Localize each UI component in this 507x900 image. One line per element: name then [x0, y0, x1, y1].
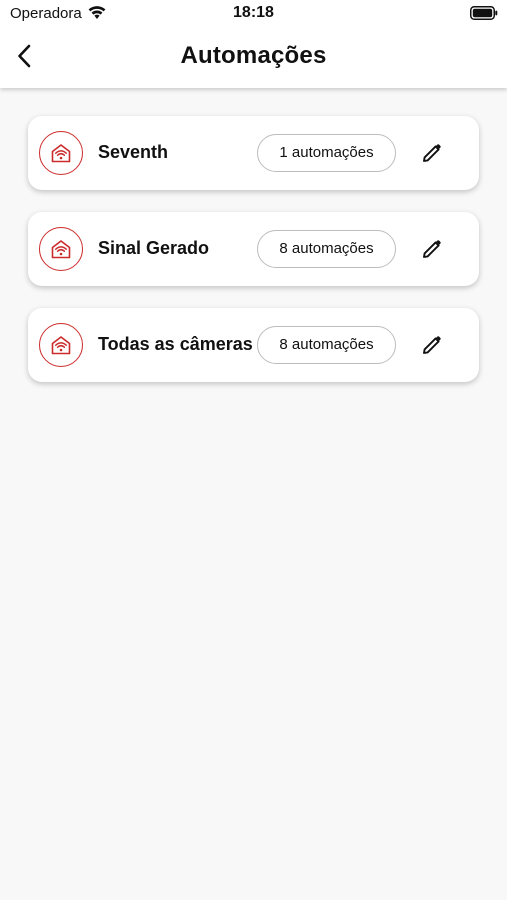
edit-button[interactable]: [417, 234, 447, 264]
group-name: Todas as câmeras: [98, 334, 253, 354]
group-name: Seventh: [98, 142, 169, 162]
automation-count-badge: 8 automações: [257, 230, 396, 268]
automation-count-badge: 8 automações: [257, 326, 396, 364]
automation-group-card[interactable]: Seventh 1 automações: [28, 116, 479, 190]
automation-group-card[interactable]: Todas as câmeras 8 automações: [28, 308, 479, 382]
status-bar: Operadora 18:18: [0, 0, 507, 28]
status-time: 18:18: [233, 4, 274, 21]
navigation-bar: Automações: [0, 30, 507, 86]
automation-group-card[interactable]: Sinal Gerado 8 automações: [28, 212, 479, 286]
smart-home-wifi-icon: [39, 131, 83, 175]
smart-home-wifi-icon: [39, 227, 83, 271]
smart-home-wifi-icon: [39, 323, 83, 367]
pencil-icon: [423, 240, 441, 258]
automation-count-badge: 1 automações: [257, 134, 396, 172]
group-name: Sinal Gerado: [98, 238, 210, 258]
page-title: Automações: [180, 42, 327, 69]
automation-group-list: Seventh 1 automações Sinal Gerado 8 auto…: [28, 116, 479, 404]
edit-button[interactable]: [417, 330, 447, 360]
app-header: Operadora 18:18 Automações: [0, 0, 507, 88]
edit-button[interactable]: [417, 138, 447, 168]
pencil-icon: [423, 144, 441, 162]
pencil-icon: [423, 336, 441, 354]
battery-icon: [470, 6, 498, 20]
